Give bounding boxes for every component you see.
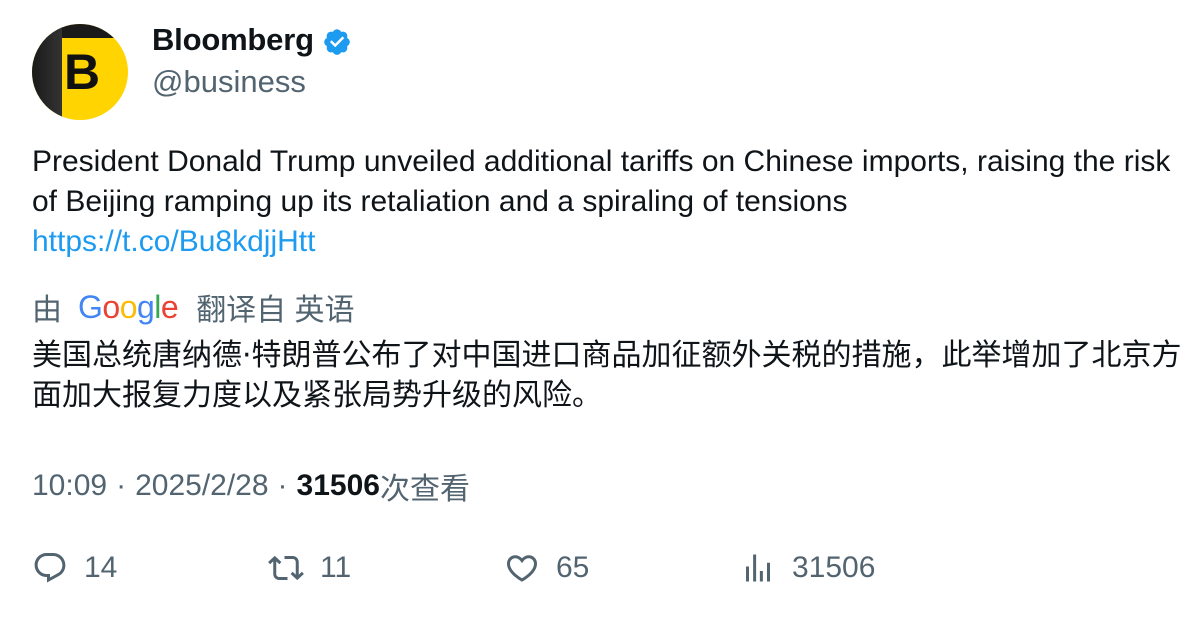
translated-text: 美国总统唐纳德·特朗普公布了对中国进口商品加征额外关税的措施，此举增加了北京方面… <box>32 338 1182 413</box>
meta-separator: · <box>116 469 127 502</box>
reply-icon <box>34 553 66 583</box>
tweet-meta: 10:09 · 2025/2/28 · 31506 次查看 <box>32 464 470 508</box>
avatar-letter: B <box>63 44 101 100</box>
google-logo-letter: o <box>119 288 138 325</box>
translation-prefix: 由 <box>32 294 62 327</box>
repost-icon <box>268 555 304 581</box>
google-logo-letter: G <box>78 288 103 325</box>
google-logo-letter: g <box>136 288 155 325</box>
repost-button[interactable]: 11 <box>268 550 351 586</box>
display-name[interactable]: Bloomberg <box>152 22 314 58</box>
tweet-link[interactable]: https://t.co/Bu8kdjjHtt <box>32 222 1172 262</box>
tweet-text: President Donald Trump unveiled addition… <box>32 142 1172 262</box>
views-count: 31506 <box>296 469 380 502</box>
translation-suffix[interactable]: 翻译自 英语 <box>196 285 354 329</box>
views-button[interactable]: 31506 <box>740 550 875 586</box>
translation-attribution: 由 Google 翻译自 英语 <box>32 285 355 329</box>
reply-button[interactable]: 14 <box>32 550 117 586</box>
like-count: 65 <box>556 551 590 584</box>
google-logo-letter: o <box>102 288 120 325</box>
google-logo: Google <box>78 288 179 326</box>
tweet-date[interactable]: 2025/2/28 <box>135 469 268 503</box>
views-icon <box>746 554 770 582</box>
meta-separator: · <box>277 469 288 502</box>
tweet-body: President Donald Trump unveiled addition… <box>32 145 1171 218</box>
tweet-time[interactable]: 10:09 <box>32 469 107 503</box>
avatar[interactable]: B <box>32 24 128 120</box>
verified-badge-icon[interactable] <box>322 27 352 57</box>
handle[interactable]: @business <box>152 64 306 100</box>
reply-count: 14 <box>84 551 118 584</box>
like-button[interactable]: 65 <box>504 550 589 586</box>
google-logo-letter: e <box>160 288 179 325</box>
views-action-count: 31506 <box>792 551 876 584</box>
like-icon <box>506 555 538 582</box>
views-label: 次查看 <box>379 473 470 506</box>
repost-count: 11 <box>320 551 352 584</box>
author-name-row: Bloomberg <box>152 22 352 58</box>
action-bar: 14 11 65 31506 <box>0 550 1196 594</box>
google-logo-letter: l <box>154 288 161 325</box>
